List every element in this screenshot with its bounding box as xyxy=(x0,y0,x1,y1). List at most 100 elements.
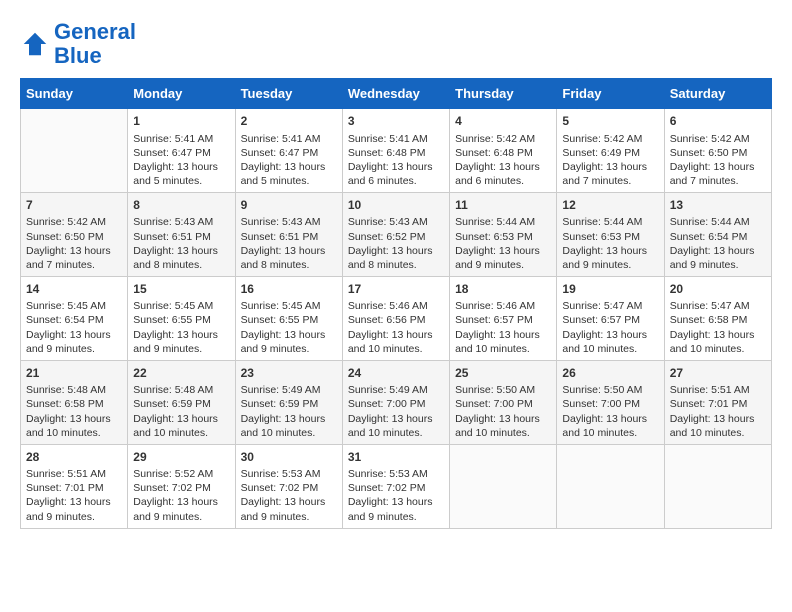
dow-saturday: Saturday xyxy=(664,79,771,109)
cell-info: and 9 minutes. xyxy=(26,510,122,524)
calendar-cell: 18Sunrise: 5:46 AMSunset: 6:57 PMDayligh… xyxy=(450,277,557,361)
cell-info: Sunrise: 5:49 AM xyxy=(241,383,337,397)
day-number: 28 xyxy=(26,449,122,465)
cell-info: and 7 minutes. xyxy=(670,174,766,188)
day-number: 20 xyxy=(670,281,766,297)
day-number: 10 xyxy=(348,197,444,213)
day-number: 25 xyxy=(455,365,551,381)
calendar-cell: 5Sunrise: 5:42 AMSunset: 6:49 PMDaylight… xyxy=(557,109,664,193)
cell-info: and 9 minutes. xyxy=(562,258,658,272)
cell-info: Daylight: 13 hours xyxy=(26,495,122,509)
cell-info: and 10 minutes. xyxy=(562,426,658,440)
cell-info: and 9 minutes. xyxy=(670,258,766,272)
cell-info: Sunrise: 5:44 AM xyxy=(455,215,551,229)
cell-info: Daylight: 13 hours xyxy=(26,244,122,258)
cell-info: and 9 minutes. xyxy=(455,258,551,272)
cell-info: and 10 minutes. xyxy=(455,342,551,356)
cell-info: Daylight: 13 hours xyxy=(241,495,337,509)
cell-info: Sunset: 6:48 PM xyxy=(348,146,444,160)
calendar-cell: 10Sunrise: 5:43 AMSunset: 6:52 PMDayligh… xyxy=(342,193,449,277)
cell-info: and 6 minutes. xyxy=(455,174,551,188)
dow-sunday: Sunday xyxy=(21,79,128,109)
cell-info: Daylight: 13 hours xyxy=(133,328,229,342)
calendar-cell: 30Sunrise: 5:53 AMSunset: 7:02 PMDayligh… xyxy=(235,444,342,528)
calendar-cell: 15Sunrise: 5:45 AMSunset: 6:55 PMDayligh… xyxy=(128,277,235,361)
cell-info: Daylight: 13 hours xyxy=(455,160,551,174)
day-number: 21 xyxy=(26,365,122,381)
day-number: 2 xyxy=(241,113,337,129)
cell-info: Daylight: 13 hours xyxy=(348,160,444,174)
cell-info: Sunset: 6:59 PM xyxy=(241,397,337,411)
cell-info: Daylight: 13 hours xyxy=(133,160,229,174)
cell-info: and 9 minutes. xyxy=(348,510,444,524)
cell-info: Sunset: 6:49 PM xyxy=(562,146,658,160)
calendar-cell: 20Sunrise: 5:47 AMSunset: 6:58 PMDayligh… xyxy=(664,277,771,361)
cell-info: Daylight: 13 hours xyxy=(26,328,122,342)
cell-info: Daylight: 13 hours xyxy=(455,412,551,426)
cell-info: Daylight: 13 hours xyxy=(241,160,337,174)
calendar-cell: 21Sunrise: 5:48 AMSunset: 6:58 PMDayligh… xyxy=(21,361,128,445)
cell-info: Sunset: 6:47 PM xyxy=(241,146,337,160)
calendar-cell: 31Sunrise: 5:53 AMSunset: 7:02 PMDayligh… xyxy=(342,444,449,528)
cell-info: Sunset: 6:55 PM xyxy=(241,313,337,327)
cell-info: Sunrise: 5:45 AM xyxy=(241,299,337,313)
cell-info: Sunrise: 5:48 AM xyxy=(133,383,229,397)
cell-info: Sunrise: 5:52 AM xyxy=(133,467,229,481)
day-number: 23 xyxy=(241,365,337,381)
cell-info: and 10 minutes. xyxy=(670,426,766,440)
cell-info: Sunrise: 5:42 AM xyxy=(562,132,658,146)
calendar-cell: 9Sunrise: 5:43 AMSunset: 6:51 PMDaylight… xyxy=(235,193,342,277)
day-number: 6 xyxy=(670,113,766,129)
cell-info: and 8 minutes. xyxy=(133,258,229,272)
cell-info: Sunrise: 5:50 AM xyxy=(455,383,551,397)
cell-info: Sunset: 7:02 PM xyxy=(133,481,229,495)
day-number: 30 xyxy=(241,449,337,465)
calendar-cell xyxy=(450,444,557,528)
cell-info: Sunrise: 5:43 AM xyxy=(241,215,337,229)
cell-info: Sunset: 6:53 PM xyxy=(562,230,658,244)
calendar-cell: 16 Sunrise: 5:45 AMSunset: 6:55 PMDayligh… xyxy=(235,277,342,361)
cell-info: Sunset: 6:57 PM xyxy=(455,313,551,327)
cell-info: Sunset: 6:54 PM xyxy=(26,313,122,327)
cell-info: Sunrise: 5:42 AM xyxy=(455,132,551,146)
cell-info: Daylight: 13 hours xyxy=(670,328,766,342)
cell-info: Daylight: 13 hours xyxy=(241,244,337,258)
cell-info: and 10 minutes. xyxy=(26,426,122,440)
calendar-cell: 17Sunrise: 5:46 AMSunset: 6:56 PMDayligh… xyxy=(342,277,449,361)
cell-info: Daylight: 13 hours xyxy=(562,244,658,258)
cell-info: Daylight: 13 hours xyxy=(562,160,658,174)
day-number: 14 xyxy=(26,281,122,297)
cell-info: Sunset: 6:58 PM xyxy=(26,397,122,411)
cell-info: Daylight: 13 hours xyxy=(133,244,229,258)
cell-info: Daylight: 13 hours xyxy=(348,412,444,426)
day-number: 8 xyxy=(133,197,229,213)
cell-info: Sunset: 7:00 PM xyxy=(562,397,658,411)
calendar-cell: 22Sunrise: 5:48 AMSunset: 6:59 PMDayligh… xyxy=(128,361,235,445)
cell-info: Sunset: 6:55 PM xyxy=(133,313,229,327)
cell-info: Sunset: 6:56 PM xyxy=(348,313,444,327)
day-number: 19 xyxy=(562,281,658,297)
cell-info: Sunrise: 5:45 AM xyxy=(133,299,229,313)
calendar-cell: 27Sunrise: 5:51 AMSunset: 7:01 PMDayligh… xyxy=(664,361,771,445)
cell-info: Sunset: 6:47 PM xyxy=(133,146,229,160)
calendar-table: SundayMondayTuesdayWednesdayThursdayFrid… xyxy=(20,78,772,528)
calendar-cell xyxy=(557,444,664,528)
cell-info: Daylight: 13 hours xyxy=(26,412,122,426)
calendar-cell: 4Sunrise: 5:42 AMSunset: 6:48 PMDaylight… xyxy=(450,109,557,193)
cell-info: Sunrise: 5:47 AM xyxy=(562,299,658,313)
cell-info: Daylight: 13 hours xyxy=(133,412,229,426)
cell-info: Sunrise: 5:42 AM xyxy=(670,132,766,146)
cell-info: Daylight: 13 hours xyxy=(241,328,337,342)
cell-info: Daylight: 13 hours xyxy=(670,244,766,258)
day-number: 13 xyxy=(670,197,766,213)
cell-info: Sunrise: 5:50 AM xyxy=(562,383,658,397)
dow-thursday: Thursday xyxy=(450,79,557,109)
cell-info: Daylight: 13 hours xyxy=(670,412,766,426)
cell-info: Sunrise: 5:42 AM xyxy=(26,215,122,229)
cell-info: Daylight: 13 hours xyxy=(562,412,658,426)
day-number: 16 xyxy=(241,281,337,297)
page-header: GeneralBlue xyxy=(20,20,772,68)
calendar-cell: 2Sunrise: 5:41 AMSunset: 6:47 PMDaylight… xyxy=(235,109,342,193)
calendar-cell: 25Sunrise: 5:50 AMSunset: 7:00 PMDayligh… xyxy=(450,361,557,445)
cell-info: Sunset: 6:48 PM xyxy=(455,146,551,160)
